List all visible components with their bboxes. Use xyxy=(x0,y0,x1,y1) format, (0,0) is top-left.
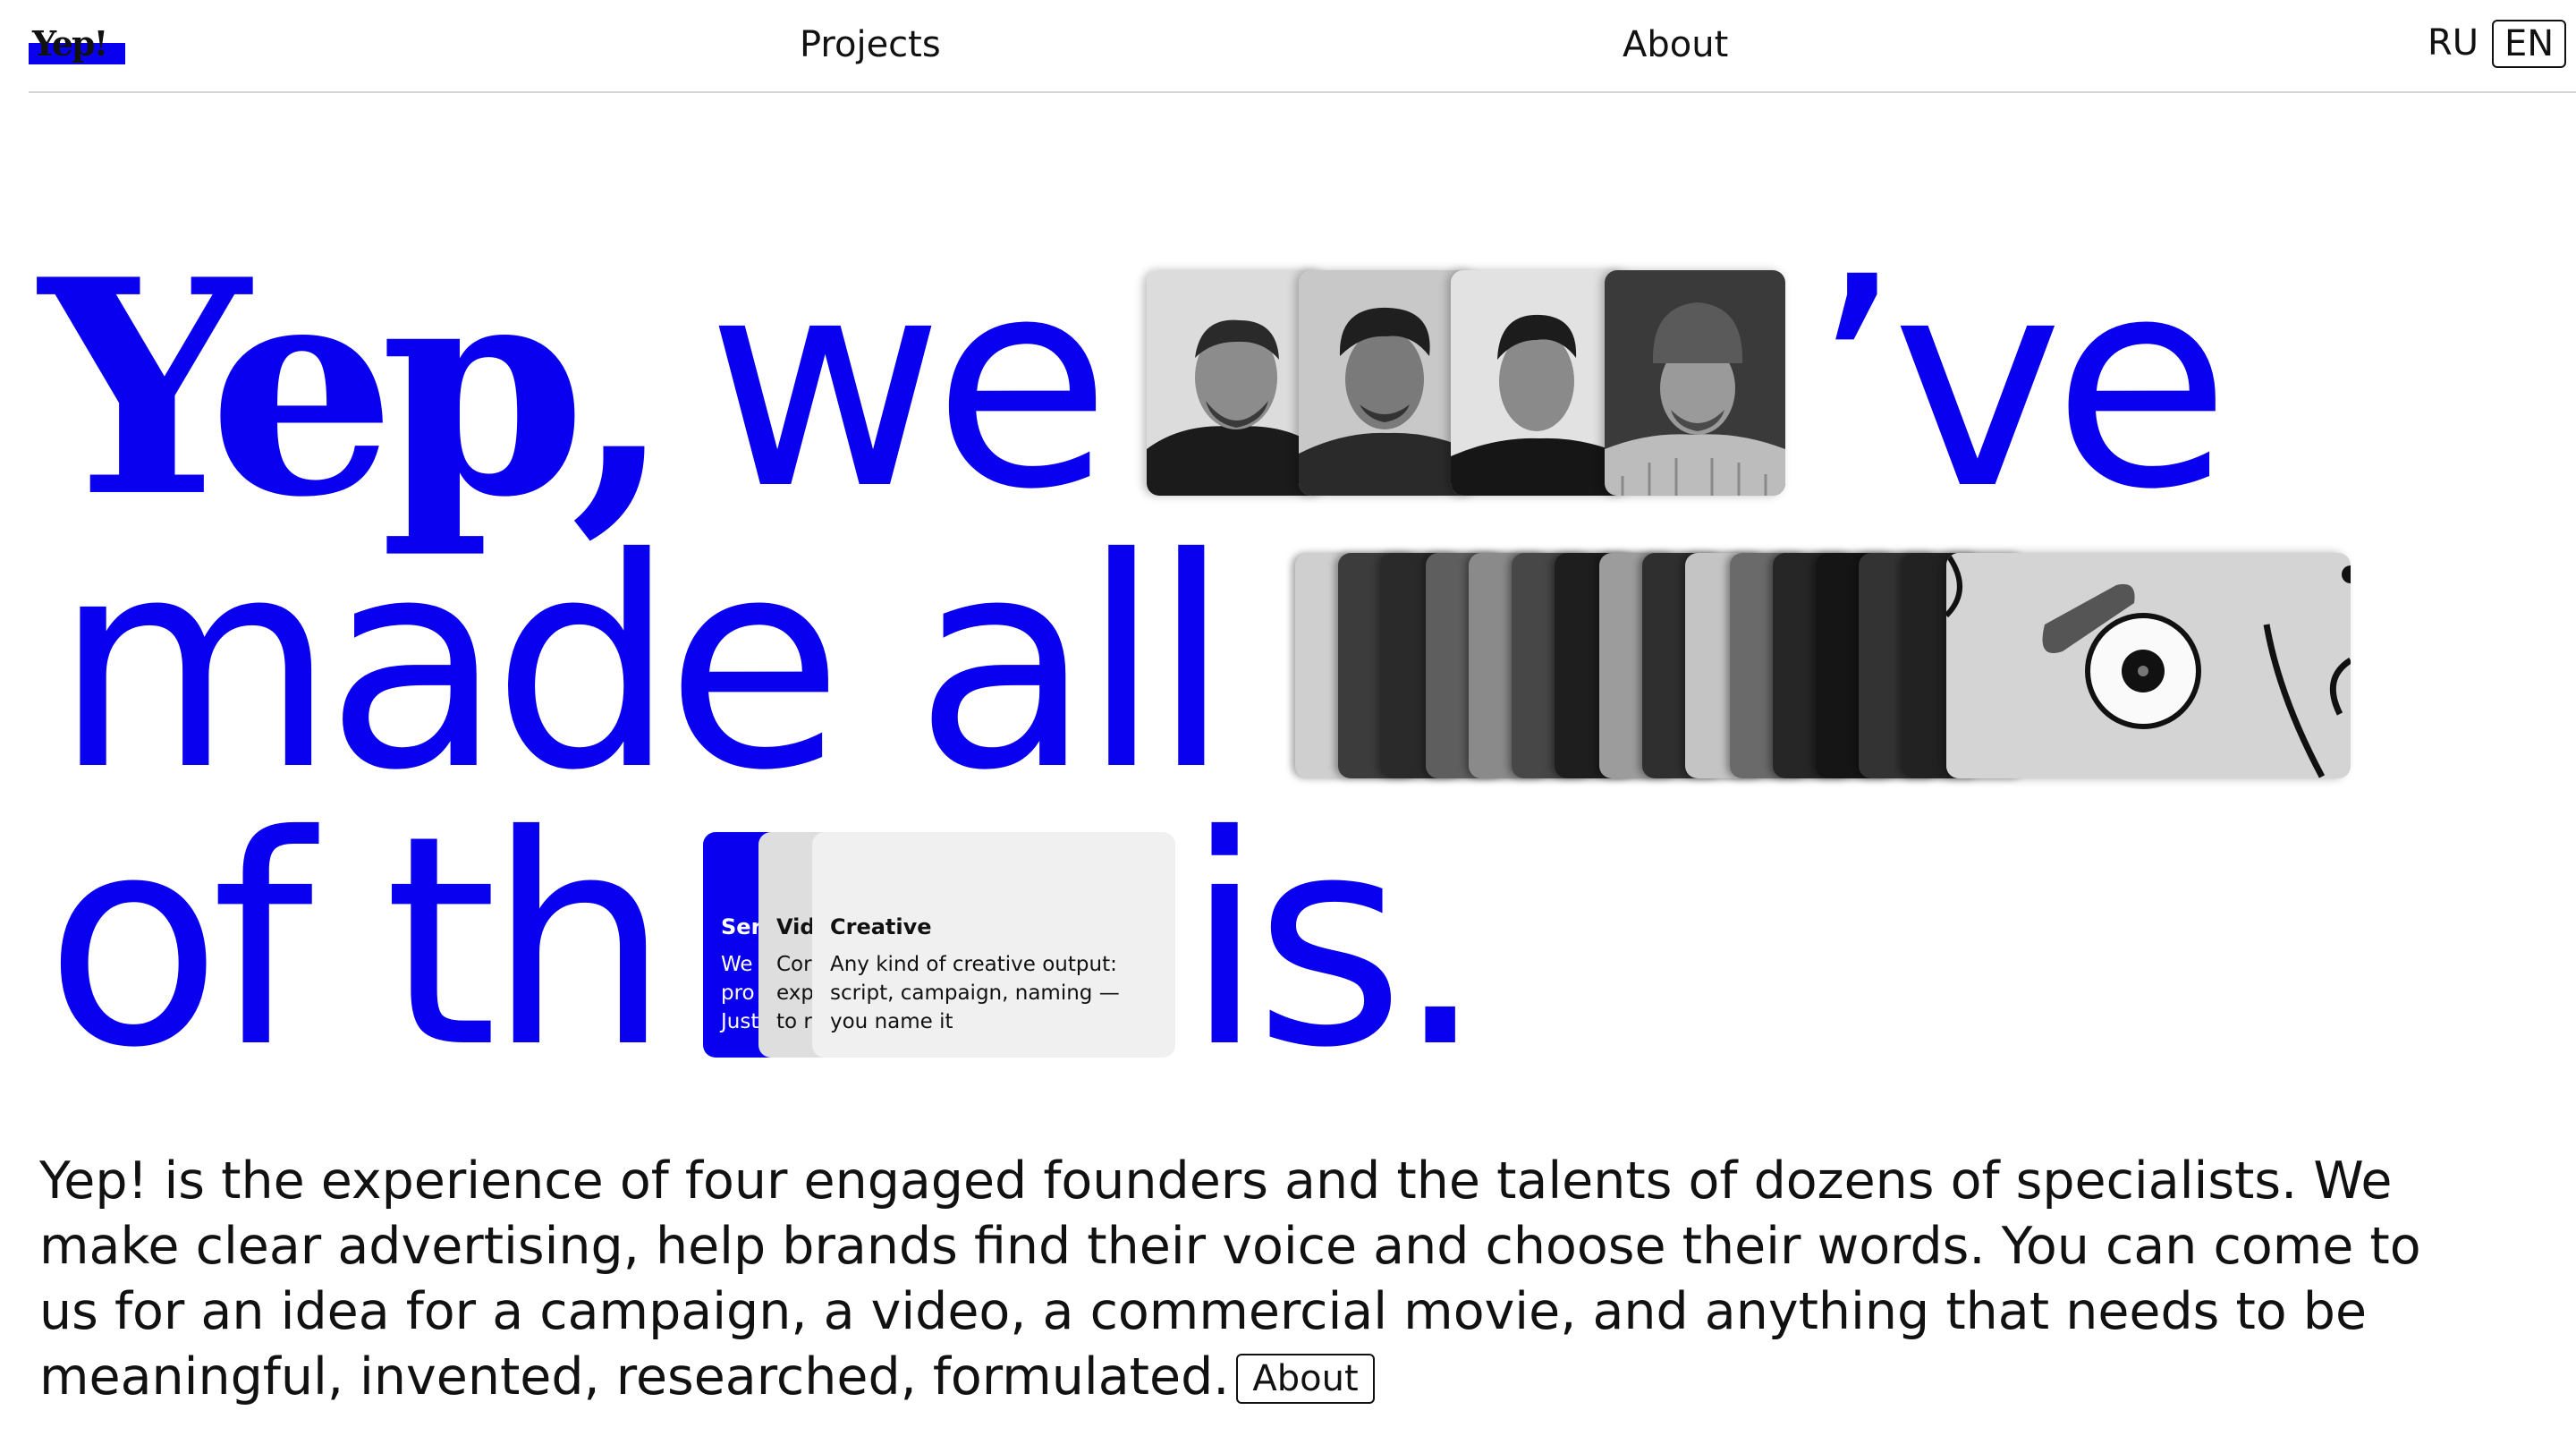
hero-brand-word: Yep, xyxy=(39,215,673,562)
founder-photo[interactable] xyxy=(1605,270,1785,496)
intro-paragraph: Yep! is the experience of four engaged f… xyxy=(39,1149,2454,1410)
services-strip[interactable]: Ser We pro Just Vid Cor exp to r Creativ… xyxy=(703,832,1177,1058)
lang-en[interactable]: EN xyxy=(2492,20,2567,68)
logo-text: Yep! xyxy=(32,23,108,64)
cartoon-eye-illustration xyxy=(1946,553,2351,778)
service-desc: Any kind of creative output: script, cam… xyxy=(830,953,1120,1033)
founder-portrait-4 xyxy=(1605,270,1785,496)
hero-word-we: we xyxy=(707,216,1111,553)
intro-text: Yep! is the experience of four engaged f… xyxy=(39,1151,2421,1406)
site-header: Yep! Projects About RU EN xyxy=(29,0,2576,93)
logo[interactable]: Yep! xyxy=(29,23,125,64)
hero-word-is: is. xyxy=(1184,774,1487,1111)
nav-about[interactable]: About xyxy=(1623,21,1728,68)
projects-strip[interactable] xyxy=(1295,553,2351,778)
hero-line-made-all: made all xyxy=(54,497,1232,834)
hero-line-of-th: of th xyxy=(45,774,671,1111)
service-card-creative[interactable]: Creative Any kind of creative output: sc… xyxy=(812,832,1175,1058)
hero-word-ve: ’ve xyxy=(1810,216,2231,553)
founders-strip[interactable] xyxy=(1147,270,1787,496)
project-thumb-featured[interactable] xyxy=(1946,553,2351,778)
nav-projects[interactable]: Projects xyxy=(800,21,941,68)
service-title: Creative xyxy=(830,914,932,939)
lang-ru[interactable]: RU xyxy=(2428,20,2479,66)
about-button[interactable]: About xyxy=(1236,1354,1375,1404)
